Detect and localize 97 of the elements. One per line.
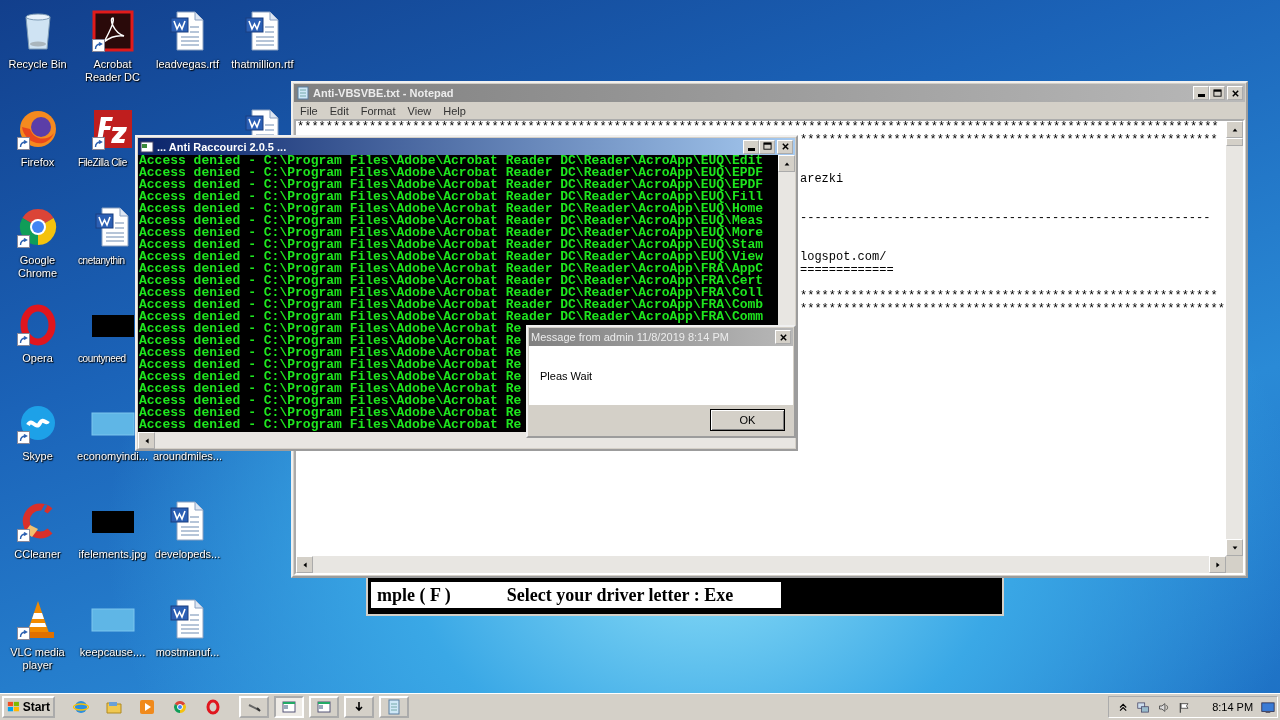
icon-label: Recycle Bin (7, 58, 68, 71)
icon-label: VLC media player (9, 646, 66, 672)
minimize-icon (747, 147, 755, 151)
taskbar-button[interactable] (344, 696, 374, 718)
output-line: Access denied - C:\Program Files\Adobe\Acrobat Reader DC\Reader\AcroApp\EUQ\Home (139, 203, 764, 215)
output-line: Access denied - C:\Program Files\Adobe\Acrobat Reader DC\Reader\AcroApp\FRA\Comm (139, 311, 764, 323)
close-icon (780, 142, 790, 151)
menu-item[interactable]: Edit (323, 104, 355, 117)
close-icon (778, 332, 788, 342)
prompt-text: mple ( F ) (377, 584, 451, 606)
show-desktop-icon[interactable] (1261, 699, 1275, 715)
minimize-icon (1197, 94, 1205, 97)
icon-label: economyindi... (76, 450, 149, 463)
notepad-icon (386, 699, 402, 715)
icon-label: cnetanythin (77, 254, 125, 267)
console-icon (140, 139, 154, 154)
menu-item[interactable]: File (294, 104, 324, 117)
output-line: Access denied - C:\Program Files\Adobe\Acrobat Re (139, 371, 522, 383)
text-line: logspot.com/ (800, 251, 887, 264)
window-icon (281, 699, 297, 715)
icon-label: Opera (21, 352, 54, 365)
maximize-button[interactable] (759, 139, 775, 154)
icon-label: Google Chrome (16, 254, 59, 280)
text-line: ********************************************************** (800, 134, 1218, 147)
text-line: ============= (800, 264, 894, 277)
menu-item[interactable]: Format (354, 104, 402, 117)
scroll-left-button[interactable] (138, 432, 155, 449)
output-line: Access denied - C:\Program Files\Adobe\Acrobat Reader DC\Reader\AcroApp\EUQ\View (139, 251, 764, 263)
scrollbar-thumb[interactable] (1226, 138, 1243, 146)
scroll-left-button[interactable] (296, 556, 313, 573)
output-line: Access denied - C:\Program Files\Adobe\Acrobat Re (139, 323, 522, 335)
icon-label: FileZilla Clie (77, 156, 127, 169)
pdf-icon[interactable] (90, 9, 135, 53)
output-line: Access denied - C:\Program Files\Adobe\Acrobat Re (139, 419, 522, 431)
scroll-up-button[interactable] (1226, 121, 1243, 138)
scroll-right-button[interactable] (1209, 556, 1226, 573)
text-line: ******************************************************************************************************************************** (297, 121, 1219, 134)
icon-label: ifelements.jpg (77, 548, 148, 561)
browser-icon[interactable] (172, 699, 188, 715)
output-line: Access denied - C:\Program Files\Adobe\Acrobat Reader DC\Reader\AcroApp\FRA\AppC (139, 263, 764, 275)
icon-label: aroundmiles... (151, 450, 224, 463)
output-line: Access denied - C:\Program Files\Adobe\Acrobat Reader DC\Reader\AcroApp\FRA\Coll (139, 287, 764, 299)
output-line: Access denied - C:\Program Files\Adobe\Acrobat Re (139, 407, 522, 419)
down-arrow-icon (1230, 543, 1239, 552)
text-line: --------------------------------------------------------- (800, 212, 1211, 225)
horizontal-scrollbar[interactable] (296, 556, 1226, 573)
output-line: Access denied - C:\Program Files\Adobe\Acrobat Re (139, 347, 522, 359)
icon-label: Firefox (19, 156, 56, 169)
output-line: Access denied - C:\Program Files\Adobe\Acrobat Reader DC\Reader\AcroApp\FRA\Comb (139, 299, 764, 311)
notepad-icon (296, 86, 310, 100)
ok-button[interactable]: OK (710, 409, 785, 431)
start-button[interactable]: Start (2, 696, 55, 718)
icon-label: mostmanuf... (154, 646, 221, 659)
minimize-button[interactable] (743, 139, 759, 154)
output-line: Access denied - C:\Program Files\Adobe\Acrobat Re (139, 383, 522, 395)
icon-label: developeds... (153, 548, 222, 561)
close-button[interactable] (777, 139, 793, 154)
output-line: Access denied - C:\Program Files\Adobe\Acrobat Reader DC\Reader\AcroApp\EUQ\EPDF (139, 167, 764, 179)
close-icon (1230, 88, 1240, 98)
output-line: Access denied - C:\Program Files\Adobe\Acrobat Reader DC\Reader\AcroApp\EUQ\Stam (139, 239, 764, 251)
maximize-icon (1212, 88, 1222, 98)
icon-label: CCleaner (13, 548, 62, 561)
output-line: Access denied - C:\Program Files\Adobe\Acrobat Reader DC\Reader\AcroApp\EUQ\Fill (139, 191, 764, 203)
scroll-up-button[interactable] (778, 155, 795, 172)
output-line: Access denied - C:\Program Files\Adobe\Acrobat Re (139, 335, 522, 347)
text-line: *********************************************************** (800, 303, 1225, 316)
output-line: Access denied - C:\Program Files\Adobe\Acrobat Reader DC\Reader\AcroApp\EUQ\EPDF (139, 179, 764, 191)
output-line: Access denied - C:\Program Files\Adobe\Acrobat Reader DC\Reader\AcroApp\EUQ\More (139, 227, 764, 239)
vertical-scrollbar[interactable] (1226, 121, 1243, 556)
menu-item[interactable]: Help (437, 104, 472, 117)
icon-label: Skype (21, 450, 54, 463)
scroll-down-button[interactable] (1226, 539, 1243, 556)
clock[interactable]: 8:14 PM (1212, 701, 1254, 713)
dialog-message: Pleas Wait (540, 369, 593, 382)
menu-item[interactable]: View (401, 104, 438, 117)
window-title: Anti-VBSVBE.txt - Notepad (313, 87, 454, 99)
text-line: ********************************************************** (800, 290, 1218, 303)
icon-label: keepcause.... (78, 646, 147, 659)
output-line: Access denied - C:\Program Files\Adobe\Acrobat Re (139, 359, 522, 371)
icon-label: leadvegas.rtf (155, 58, 220, 71)
network-icon[interactable] (1137, 699, 1150, 715)
output-line: Access denied - C:\Program Files\Adobe\Acrobat Reader DC\Reader\AcroApp\FRA\Cert (139, 275, 764, 287)
prompt-text: Select your driver letter : Exe (506, 584, 734, 606)
icon-label: Acrobat Reader DC (84, 58, 141, 84)
output-line: Access denied - C:\Program Files\Adobe\Acrobat Re (139, 395, 522, 407)
text-line: arezki (800, 173, 844, 186)
scrollbar-corner (1226, 556, 1243, 573)
window-title: ... Anti Raccourci 2.0.5 ... (157, 140, 287, 153)
maximize-icon (762, 142, 772, 151)
output-line: Access denied - C:\Program Files\Adobe\Acrobat Reader DC\Reader\AcroApp\EUQ\Edit (139, 155, 764, 167)
dialog-title: Message from admin 11/8/2019 8:14 PM (531, 331, 729, 343)
icon-label: thatmillion.rtf (230, 58, 295, 71)
window-icon (316, 699, 332, 715)
ftp-icon[interactable] (90, 107, 135, 151)
right-arrow-icon (1213, 560, 1222, 569)
icon-label: countyneed (77, 352, 126, 365)
output-line: Access denied - C:\Program Files\Adobe\Acrobat Reader DC\Reader\AcroApp\EUQ\Meas (139, 215, 764, 227)
